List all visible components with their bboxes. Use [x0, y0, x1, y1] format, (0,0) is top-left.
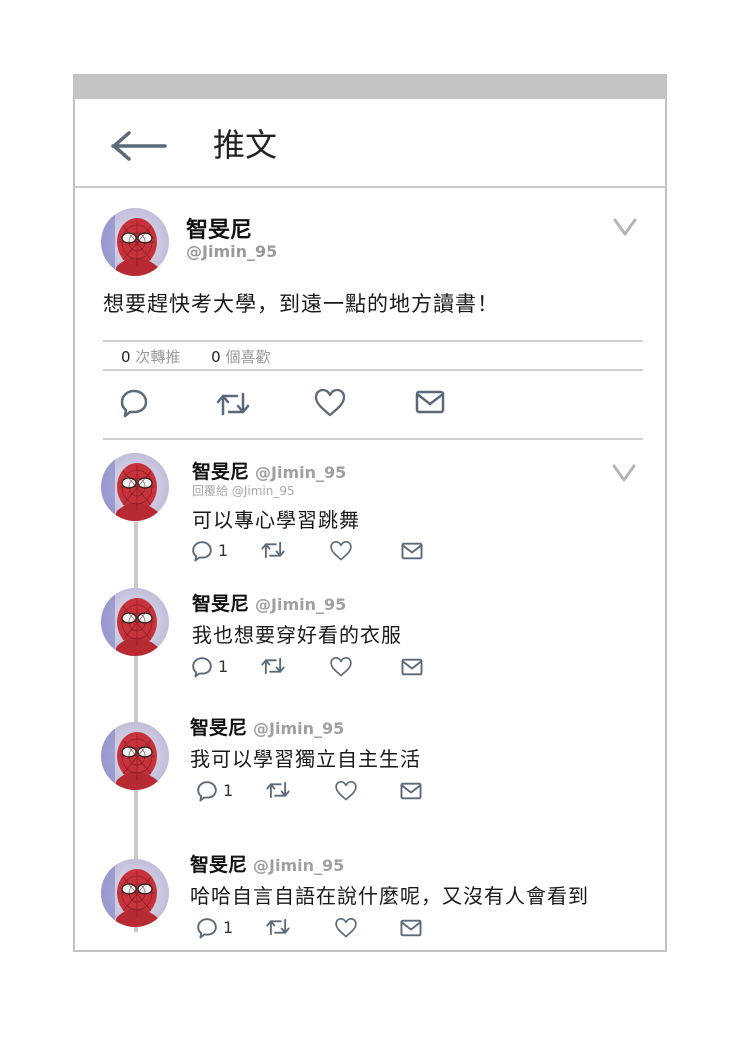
reply-icon	[197, 918, 217, 939]
retweet-icon	[266, 918, 290, 936]
reply-author: 智旻尼 @Jimin_95	[190, 850, 344, 877]
reply-actions: 1	[196, 780, 456, 804]
message-button[interactable]	[400, 782, 422, 800]
message-button[interactable]	[400, 919, 422, 937]
reply-text: 哈哈自言自語在說什麼呢，又沒有人會看到	[190, 884, 589, 908]
like-button[interactable]	[334, 917, 358, 939]
reply-button[interactable]	[119, 388, 149, 418]
mail-icon	[400, 919, 422, 937]
reply-author-handle: @Jimin_95	[255, 595, 347, 614]
arrow-left-icon	[111, 131, 167, 161]
heart-icon	[330, 657, 352, 677]
avatar[interactable]	[101, 859, 169, 927]
like-button[interactable]	[334, 780, 358, 802]
reply-author-name: 智旻尼	[190, 717, 248, 739]
tweet-stats: 0 次轉推 0 個喜歡	[121, 346, 296, 367]
retweet-stat[interactable]: 0 次轉推	[121, 348, 180, 366]
reply-author-name: 智旻尼	[192, 593, 250, 615]
reply-count: 1	[223, 918, 234, 937]
reply-author-handle: @Jimin_95	[253, 719, 345, 738]
reply-author: 智旻尼 @Jimin_95	[192, 457, 346, 484]
reply-button[interactable]	[196, 780, 218, 802]
message-button[interactable]	[401, 658, 423, 676]
mail-icon	[401, 542, 423, 560]
reply-icon	[192, 657, 212, 678]
reply-author-handle: @Jimin_95	[255, 463, 347, 482]
reply-author-name: 智旻尼	[190, 854, 248, 876]
reply-author: 智旻尼 @Jimin_95	[190, 713, 344, 740]
reply-author-handle: @Jimin_95	[253, 856, 345, 875]
tweet-author-handle: @Jimin_95	[186, 242, 278, 261]
back-button[interactable]	[109, 129, 169, 163]
reply-to-label: 回覆給 @Jimin_95	[192, 484, 295, 498]
reply-count: 1	[218, 657, 229, 676]
like-label: 個喜歡	[225, 348, 271, 366]
message-button[interactable]	[401, 542, 423, 560]
reply-actions: 1	[196, 917, 456, 941]
like-button[interactable]	[313, 388, 347, 418]
divider	[103, 369, 643, 371]
like-count: 0	[211, 348, 221, 366]
retweet-button[interactable]	[265, 917, 291, 937]
retweet-label: 次轉推	[135, 348, 181, 366]
phone-frame: 推文 智旻尼 @Jimin_95 想要趕快考大學，到遠一點的地方讀書！ 0 次轉…	[73, 74, 667, 952]
reply-icon	[120, 389, 148, 418]
retweet-button[interactable]	[260, 656, 286, 676]
like-button[interactable]	[329, 540, 353, 562]
reply-count: 1	[223, 781, 234, 800]
reply-count: 1	[218, 541, 229, 560]
retweet-icon	[261, 541, 285, 559]
heart-icon	[330, 541, 352, 561]
reply-button[interactable]	[196, 917, 218, 939]
avatar[interactable]	[101, 722, 169, 790]
reply-actions: 1	[191, 656, 451, 680]
reply-text: 可以專心學習跳舞	[192, 508, 360, 532]
page-title: 推文	[213, 126, 278, 164]
reply-author: 智旻尼 @Jimin_95	[192, 589, 346, 616]
retweet-icon	[216, 392, 250, 416]
reply-icon	[192, 541, 212, 562]
app-header: 推文	[75, 99, 665, 188]
chevron-down-icon[interactable]	[613, 218, 637, 236]
avatar[interactable]	[101, 453, 169, 521]
avatar[interactable]	[101, 588, 169, 656]
reply-author-name: 智旻尼	[192, 461, 250, 483]
mail-icon	[415, 390, 445, 414]
reply-button[interactable]	[191, 656, 213, 678]
status-bar	[75, 76, 665, 99]
reply-icon	[197, 781, 217, 802]
retweet-button[interactable]	[215, 390, 251, 418]
retweet-icon	[266, 781, 290, 799]
chevron-down-icon[interactable]	[612, 464, 636, 482]
retweet-count: 0	[121, 348, 131, 366]
divider	[103, 340, 643, 342]
tweet-author-name: 智旻尼	[186, 218, 253, 243]
like-button[interactable]	[329, 656, 353, 678]
heart-icon	[335, 918, 357, 938]
retweet-button[interactable]	[265, 780, 291, 800]
message-button[interactable]	[415, 390, 445, 414]
tweet-text: 想要趕快考大學，到遠一點的地方讀書！	[103, 292, 499, 316]
mail-icon	[400, 782, 422, 800]
retweet-icon	[261, 657, 285, 675]
reply-text: 我也想要穿好看的衣服	[192, 623, 402, 647]
heart-icon	[335, 781, 357, 801]
avatar[interactable]	[101, 208, 169, 276]
heart-icon	[314, 388, 346, 417]
mail-icon	[401, 658, 423, 676]
reply-button[interactable]	[191, 540, 213, 562]
like-stat[interactable]: 0 個喜歡	[211, 348, 270, 366]
reply-text: 我可以學習獨立自主生活	[190, 747, 421, 771]
reply-actions: 1	[191, 540, 451, 564]
divider	[103, 438, 643, 440]
retweet-button[interactable]	[260, 540, 286, 560]
